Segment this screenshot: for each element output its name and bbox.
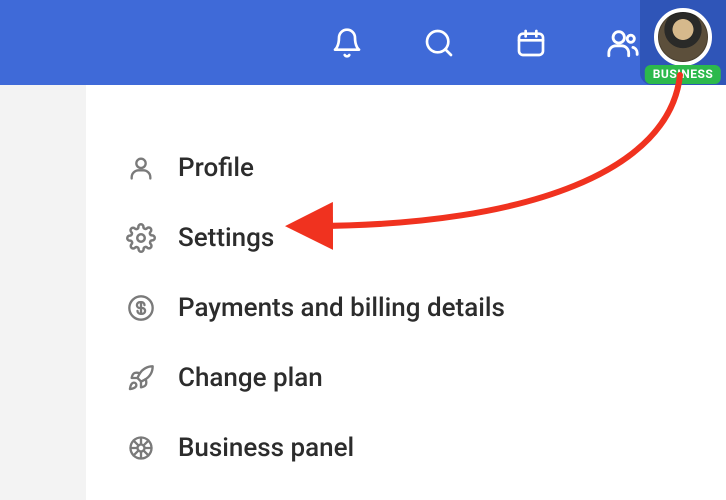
bell-icon[interactable] <box>329 25 365 61</box>
user-icon <box>126 153 156 183</box>
menu-item-change-plan[interactable]: Change plan <box>126 343 706 413</box>
dollar-icon <box>126 293 156 323</box>
menu-item-label: Settings <box>178 223 274 253</box>
menu-item-label: Payments and billing details <box>178 293 505 323</box>
account-dropdown-menu: Profile Settings Payments and billing de… <box>86 85 726 500</box>
avatar-menu-trigger[interactable]: BUSINESS <box>640 0 726 85</box>
menu-item-settings[interactable]: Settings <box>126 203 706 273</box>
wheel-icon <box>126 433 156 463</box>
menu-item-business-panel[interactable]: Business panel <box>126 413 706 483</box>
menu-item-payments[interactable]: Payments and billing details <box>126 273 706 343</box>
plan-badge: BUSINESS <box>645 65 721 84</box>
menu-item-label: Change plan <box>178 363 323 393</box>
menu-item-label: Profile <box>178 153 254 183</box>
gear-icon <box>126 223 156 253</box>
menu-item-label: Business panel <box>178 433 354 463</box>
people-icon[interactable] <box>605 25 641 61</box>
menu-item-profile[interactable]: Profile <box>126 133 706 203</box>
top-header <box>0 0 726 85</box>
left-rail <box>0 85 86 500</box>
search-icon[interactable] <box>421 25 457 61</box>
rocket-icon <box>126 363 156 393</box>
calendar-icon[interactable] <box>513 25 549 61</box>
avatar <box>654 8 712 66</box>
